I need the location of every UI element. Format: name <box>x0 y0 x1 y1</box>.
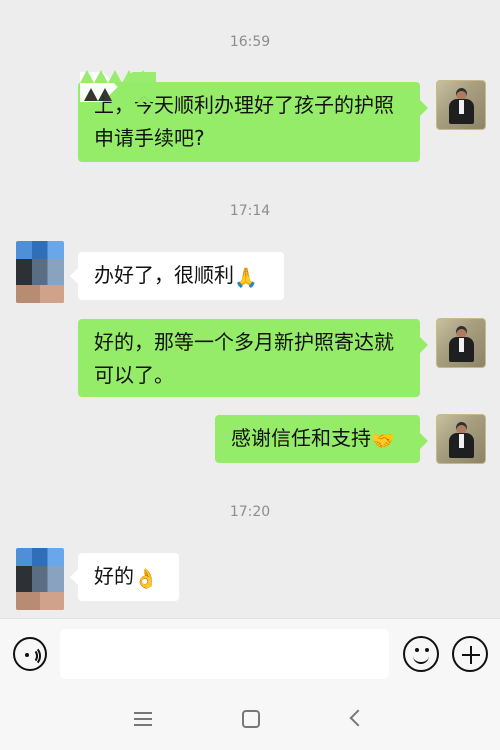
handshake-icon: 🤝 <box>371 430 395 452</box>
person-icon <box>449 88 474 124</box>
message-input[interactable] <box>60 629 389 679</box>
message-input-bar <box>0 618 500 688</box>
emoji-icon[interactable] <box>403 636 439 672</box>
message-bubble-outgoing[interactable]: 好的，那等一个多月新护照寄达就可以了。 <box>78 319 428 397</box>
redacted-name-mask <box>80 70 156 102</box>
message-bubble-incoming[interactable]: 好的👌 <box>70 553 179 601</box>
menu-icon[interactable] <box>128 704 158 734</box>
message-bubble-outgoing[interactable]: 感谢信任和支持🤝 <box>215 415 428 463</box>
message-text: 感谢信任和支持 <box>231 426 371 450</box>
message-text: 办好了，很顺利 <box>94 263 234 287</box>
system-navigation-bar <box>0 688 500 750</box>
contact-avatar[interactable] <box>16 241 64 303</box>
chat-area: 16:59 上，今天顺利办理好了孩子的护照申请手续吧? 17:14 办好了，很顺… <box>0 0 500 618</box>
voice-icon[interactable] <box>13 637 47 671</box>
timestamp-1: 16:59 <box>229 34 271 50</box>
pray-icon: 🙏 <box>234 267 258 289</box>
sender-avatar[interactable] <box>436 80 486 130</box>
person-icon <box>449 422 474 458</box>
timestamp-3: 17:20 <box>229 504 271 520</box>
ok-hand-icon: 👌 <box>134 568 158 590</box>
message-bubble-incoming[interactable]: 办好了，很顺利🙏 <box>70 252 284 300</box>
sender-avatar[interactable] <box>436 414 486 464</box>
person-icon <box>449 326 474 362</box>
timestamp-2: 17:14 <box>229 203 271 219</box>
back-icon[interactable] <box>342 704 372 734</box>
message-text: 好的 <box>94 564 134 588</box>
message-text: 好的，那等一个多月新护照寄达就可以了。 <box>94 330 394 387</box>
contact-avatar[interactable] <box>16 548 64 610</box>
sender-avatar[interactable] <box>436 318 486 368</box>
plus-icon[interactable] <box>452 636 488 672</box>
home-icon[interactable] <box>236 704 266 734</box>
